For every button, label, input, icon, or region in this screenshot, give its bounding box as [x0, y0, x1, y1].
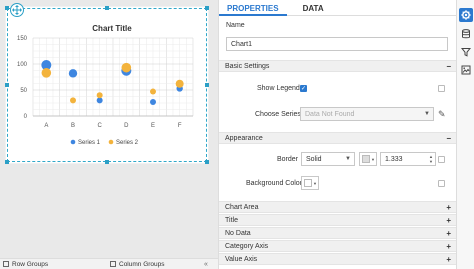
name-label: Name — [226, 22, 245, 29]
border-width-value: 1.333 — [385, 156, 403, 163]
design-canvas: Chart Title 0 50 100 150 A B C D E F Series 1 Seri… — [0, 0, 218, 258]
data-point — [70, 97, 76, 104]
chevron-down-icon: ▼ — [313, 181, 317, 186]
image-settings-icon[interactable] — [459, 63, 473, 77]
show-legend-override-checkbox[interactable] — [438, 85, 445, 92]
expand-icon: + — [446, 215, 451, 225]
background-override-checkbox[interactable] — [438, 180, 445, 187]
column-groups-icon — [110, 261, 116, 267]
legend-marker — [108, 139, 114, 145]
data-point — [150, 88, 156, 95]
tab-data[interactable]: DATA — [295, 0, 332, 15]
row-groups-icon — [3, 261, 9, 267]
scatter-chart[interactable]: Chart Title 050100150A B C D E F Series 1 Seri… — [0, 0, 218, 170]
collapse-icon: − — [446, 61, 451, 71]
groups-bar: Row Groups Column Groups « — [0, 258, 218, 269]
expand-icon: + — [446, 254, 451, 264]
row-groups-label: Row Groups — [12, 260, 49, 268]
show-legend-label: Show Legend — [257, 85, 300, 92]
chevron-down-icon: ▼ — [345, 156, 351, 162]
chart-legend: Series 1 Series 2 — [70, 139, 139, 146]
chart-points — [41, 60, 184, 105]
section-basic-settings-label: Basic Settings — [225, 62, 270, 70]
properties-panel: PROPERTIES DATA Name Chart1 Basic Settin… — [218, 0, 457, 269]
row-groups[interactable]: Row Groups — [3, 261, 48, 268]
show-legend-checkbox[interactable]: ✓ — [300, 85, 307, 92]
chart-gridlines — [32, 37, 194, 117]
column-groups[interactable]: Column Groups — [110, 261, 165, 268]
section-title[interactable]: Title + — [219, 214, 457, 226]
expand-icon: + — [446, 241, 451, 251]
color-swatch — [304, 179, 312, 187]
background-color-label: Background Color — [246, 180, 303, 187]
data-point — [121, 62, 132, 73]
x-tick-label: B — [71, 123, 75, 129]
spinner-icon[interactable]: ▲ ▼ — [429, 154, 433, 164]
section-chart-area-label: Chart Area — [225, 203, 259, 211]
database-icon[interactable] — [459, 27, 473, 41]
collapse-icon: − — [446, 133, 451, 143]
border-override-checkbox[interactable] — [438, 156, 445, 163]
x-tick-label: E — [151, 123, 155, 129]
panel-tabs: PROPERTIES DATA — [219, 0, 456, 16]
edit-icon[interactable]: ✎ — [438, 109, 446, 120]
border-style-value: Solid — [306, 156, 322, 163]
chart-title: Chart Title — [92, 24, 132, 33]
y-tick-label: 150 — [17, 36, 28, 42]
section-no-data-label: No Data — [225, 229, 251, 237]
section-appearance[interactable]: Appearance − — [219, 132, 457, 144]
legend-marker — [70, 139, 76, 145]
section-category-axis-label: Category Axis — [225, 242, 269, 250]
report-designer: Chart Title 0 50 100 150 A B C D E F Series 1 Seri… — [0, 0, 474, 269]
border-color-picker[interactable]: ▼ — [359, 152, 377, 166]
background-color-picker[interactable]: ▼ — [301, 176, 319, 190]
section-title-label: Title — [225, 216, 238, 224]
y-tick-label: 50 — [20, 88, 27, 94]
x-tick-label: C — [97, 123, 102, 129]
section-value-axis[interactable]: Value Axis + — [219, 253, 457, 265]
border-width-input[interactable]: 1.333 ▲ ▼ — [380, 152, 436, 166]
section-no-data[interactable]: No Data + — [219, 227, 457, 239]
section-category-axis[interactable]: Category Axis + — [219, 240, 457, 252]
data-point — [150, 98, 156, 105]
section-basic-settings[interactable]: Basic Settings − — [219, 60, 457, 72]
choose-series-placeholder: Data Not Found — [305, 111, 355, 118]
legend-label: Series 1 — [78, 140, 101, 146]
data-point — [96, 97, 103, 104]
x-tick-label: F — [178, 123, 182, 129]
data-point — [96, 92, 103, 99]
x-tick-label: D — [124, 123, 129, 129]
expand-icon: + — [446, 202, 451, 212]
border-label: Border — [277, 156, 299, 163]
x-tick-label: A — [44, 123, 48, 129]
section-appearance-label: Appearance — [225, 134, 263, 142]
data-point — [41, 68, 52, 78]
y-tick-label: 100 — [17, 62, 28, 68]
side-icon-bar — [456, 0, 474, 269]
data-point — [68, 69, 78, 78]
collapse-icon[interactable]: « — [204, 261, 208, 268]
column-groups-label: Column Groups — [119, 260, 165, 268]
tab-properties[interactable]: PROPERTIES — [219, 0, 287, 16]
section-chart-area[interactable]: Chart Area + — [219, 201, 457, 213]
filter-icon[interactable] — [459, 45, 473, 59]
chevron-down-icon: ▼ — [424, 111, 430, 117]
section-value-axis-label: Value Axis — [225, 255, 258, 263]
y-tick-label: 0 — [24, 114, 28, 120]
settings-icon[interactable] — [459, 8, 473, 22]
chevron-down-icon: ▼ — [371, 157, 375, 162]
border-style-select[interactable]: Solid ▼ — [301, 152, 355, 166]
choose-series-label: Choose Series — [255, 111, 301, 118]
data-point — [175, 79, 184, 88]
legend-label: Series 2 — [116, 140, 139, 146]
name-input[interactable]: Chart1 — [226, 37, 448, 51]
color-swatch — [362, 155, 370, 163]
choose-series-select[interactable]: Data Not Found ▼ — [300, 107, 434, 121]
expand-icon: + — [446, 228, 451, 238]
